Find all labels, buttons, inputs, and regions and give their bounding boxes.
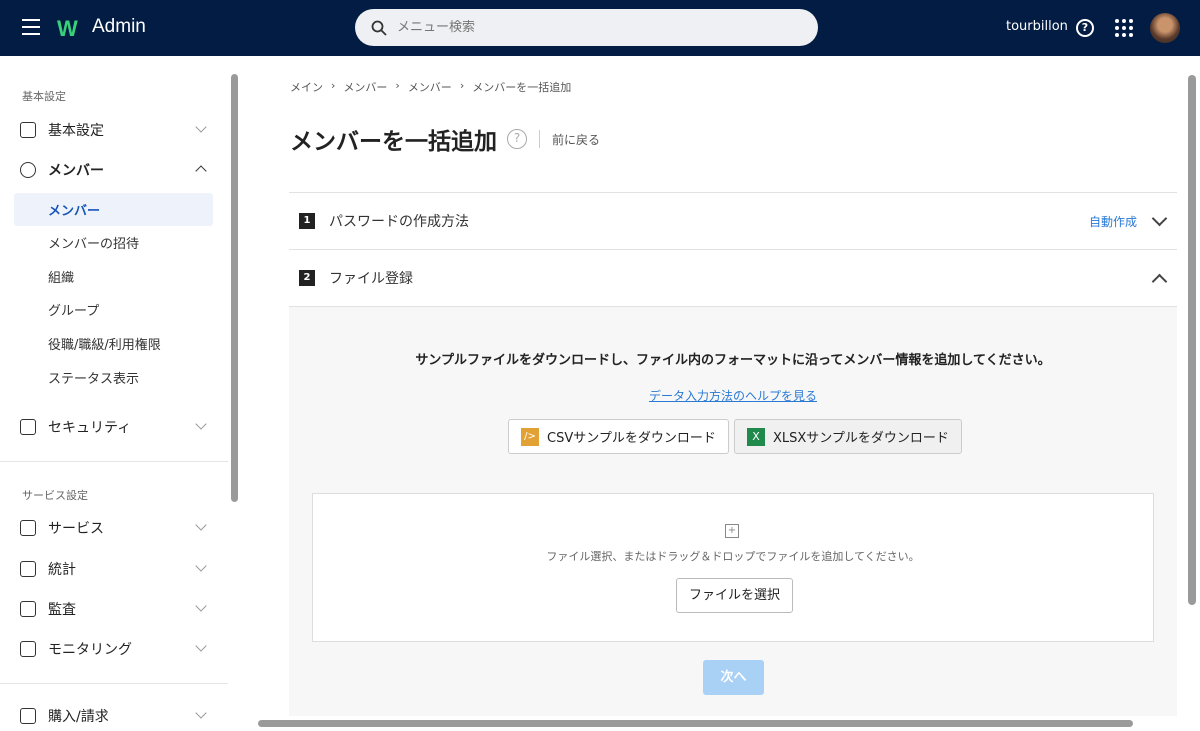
sidebar-sub-invite[interactable]: メンバーの招待 xyxy=(14,226,213,259)
chevron-right-icon: › xyxy=(331,79,336,92)
button-label: CSVサンプルをダウンロード xyxy=(547,431,716,446)
wallet-icon xyxy=(20,707,36,724)
sidebar-sub-member[interactable]: メンバー xyxy=(14,193,213,226)
step-password[interactable]: 1 パスワードの作成方法 自動作成 xyxy=(289,192,1177,249)
divider xyxy=(539,130,540,148)
breadcrumb-current: メンバーを一括追加 xyxy=(472,81,572,94)
sidebar-item-service[interactable]: サービス xyxy=(14,511,213,544)
chevron-down-icon xyxy=(195,640,207,652)
chevron-down-icon xyxy=(195,418,207,430)
sidebar-item-basic[interactable]: 基本設定 xyxy=(14,113,213,146)
chevron-down-icon xyxy=(195,121,207,133)
help-link[interactable]: データ入力方法のヘルプを見る xyxy=(289,387,1177,404)
main-scrollbar[interactable] xyxy=(1186,60,1198,715)
scrollbar-thumb[interactable] xyxy=(1188,75,1196,605)
help-icon[interactable]: ? xyxy=(1076,19,1094,37)
back-link[interactable]: 前に戻る xyxy=(552,131,600,148)
step-number: 2 xyxy=(299,270,315,286)
next-button[interactable]: 次へ xyxy=(703,660,764,695)
breadcrumb: メイン › メンバー › メンバー › メンバーを一括追加 xyxy=(290,79,571,95)
chevron-up-icon[interactable] xyxy=(1151,273,1168,290)
building-icon xyxy=(20,121,36,138)
sidebar-item-label: 監査 xyxy=(48,601,76,618)
audit-icon xyxy=(20,600,36,617)
monitor-icon xyxy=(20,640,36,657)
sidebar-item-label: モニタリング xyxy=(48,641,132,658)
menu-icon[interactable] xyxy=(22,19,40,35)
sidebar-item-audit[interactable]: 監査 xyxy=(14,592,213,625)
horizontal-scrollbar[interactable] xyxy=(240,717,1185,731)
csv-file-icon: /> xyxy=(521,427,539,446)
chevron-down-icon xyxy=(195,560,207,572)
chevron-down-icon xyxy=(195,707,207,719)
chevron-right-icon: › xyxy=(395,79,400,92)
main-content: メイン › メンバー › メンバー › メンバーを一括追加 メンバーを一括追加 ? 前… xyxy=(240,56,1185,716)
avatar[interactable] xyxy=(1150,13,1180,43)
page-title: メンバーを一括追加 xyxy=(290,129,497,155)
step-label: パスワードの作成方法 xyxy=(329,214,469,230)
chevron-down-icon xyxy=(195,600,207,612)
sidebar-item-security[interactable]: セキュリティ xyxy=(14,410,213,443)
page-header: メンバーを一括追加 ? 前に戻る xyxy=(290,122,600,156)
scrollbar-thumb[interactable] xyxy=(231,74,238,502)
sidebar-item-label: サービス xyxy=(48,520,104,537)
sidebar-item-label: 統計 xyxy=(48,561,76,578)
chevron-down-icon[interactable] xyxy=(1151,210,1168,227)
sidebar-sub-status[interactable]: ステータス表示 xyxy=(14,361,213,394)
breadcrumb-item[interactable]: メンバー xyxy=(343,79,387,95)
excel-file-icon: X xyxy=(747,427,765,446)
divider xyxy=(0,461,228,462)
sidebar-item-billing[interactable]: 購入/請求 xyxy=(14,699,213,731)
app-name: Admin xyxy=(92,16,146,37)
step-file[interactable]: 2 ファイル登録 xyxy=(289,249,1177,306)
chart-icon xyxy=(20,560,36,577)
csv-download-button[interactable]: /> CSVサンプルをダウンロード xyxy=(508,419,729,454)
step-value: 自動作成 xyxy=(1088,214,1137,229)
sidebar-item-monitoring[interactable]: モニタリング xyxy=(14,632,213,665)
breadcrumb-item[interactable]: メイン xyxy=(290,79,323,95)
sidebar-sub-roles[interactable]: 役職/職級/利用権限 xyxy=(14,327,213,360)
apps-grid-icon[interactable] xyxy=(1115,19,1133,37)
search-icon xyxy=(371,20,387,36)
logo[interactable]: W xyxy=(57,16,78,42)
instruction-text: サンプルファイルをダウンロードし、ファイル内のフォーマットに沿ってメンバー情報を… xyxy=(415,353,1051,368)
chevron-down-icon xyxy=(195,519,207,531)
file-panel: サンプルファイルをダウンロードし、ファイル内のフォーマットに沿ってメンバー情報を… xyxy=(289,306,1177,716)
sidebar: 基本設定 基本設定 メンバー メンバー メンバーの招待 組織 グループ 役職/職… xyxy=(0,56,228,731)
breadcrumb-item[interactable]: メンバー xyxy=(408,79,452,95)
help-icon[interactable]: ? xyxy=(507,129,527,149)
divider xyxy=(0,683,228,684)
sidebar-section-label: 基本設定 xyxy=(22,90,66,103)
sidebar-sub-org[interactable]: 組織 xyxy=(14,260,213,293)
sidebar-item-label: 基本設定 xyxy=(48,122,104,139)
file-drop-zone[interactable]: + ファイル選択、またはドラッグ＆ドロップでファイルを追加してください。 ファイ… xyxy=(312,493,1154,642)
sidebar-scrollbar[interactable] xyxy=(229,60,239,725)
sidebar-item-label: 購入/請求 xyxy=(48,708,109,725)
step-label: ファイル登録 xyxy=(329,271,413,287)
search-input[interactable] xyxy=(397,20,797,35)
sidebar-item-stats[interactable]: 統計 xyxy=(14,552,213,585)
sidebar-item-member[interactable]: メンバー xyxy=(14,153,213,186)
sidebar-section-label: サービス設定 xyxy=(22,489,88,502)
search-box[interactable] xyxy=(355,9,818,46)
users-icon xyxy=(20,161,36,178)
sidebar-sub-group[interactable]: グループ xyxy=(14,293,213,326)
username[interactable]: tourbillon xyxy=(1006,19,1068,34)
add-file-icon: + xyxy=(725,524,739,538)
apps-icon xyxy=(20,519,36,536)
chevron-right-icon: › xyxy=(459,79,465,92)
drop-instruction: ファイル選択、またはドラッグ＆ドロップでファイルを追加してください。 xyxy=(546,550,920,563)
xlsx-download-button[interactable]: X XLSXサンプルをダウンロード xyxy=(734,419,962,454)
top-bar: W Admin tourbillon ? xyxy=(0,0,1200,56)
step-number: 1 xyxy=(299,213,315,229)
select-file-button[interactable]: ファイルを選択 xyxy=(676,578,794,613)
lock-icon xyxy=(20,418,36,435)
sidebar-item-label: メンバー xyxy=(48,162,104,179)
chevron-up-icon xyxy=(195,165,207,177)
sidebar-item-label: セキュリティ xyxy=(48,419,132,436)
button-label: XLSXサンプルをダウンロード xyxy=(773,431,949,446)
scrollbar-thumb[interactable] xyxy=(258,720,1133,727)
